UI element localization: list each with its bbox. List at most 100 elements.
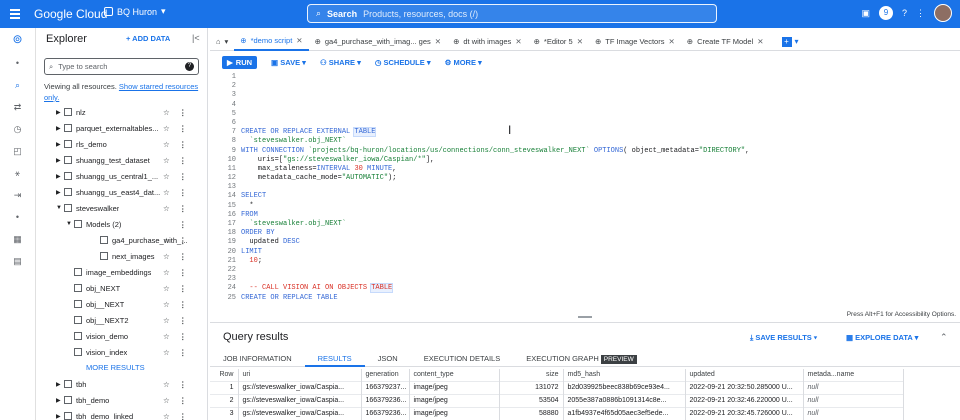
star-icon[interactable]: ☆	[163, 236, 170, 245]
close-icon[interactable]: ✕	[757, 37, 763, 46]
transfers-icon[interactable]: ⇄	[0, 96, 35, 118]
tree-item[interactable]: ▶ shuangg_us_east4_dat... ☆ ⋮	[36, 184, 204, 200]
editor-tab[interactable]: ⊕ dt with images ✕	[447, 33, 528, 51]
star-icon[interactable]: ☆	[163, 188, 170, 197]
column-header[interactable]: updated	[685, 369, 804, 381]
star-icon[interactable]: ☆	[163, 108, 170, 117]
dot-icon[interactable]: •	[0, 52, 35, 74]
tree-item[interactable]: vision_demo ☆ ⋮	[36, 328, 204, 344]
tree-item[interactable]: ▶ rls_demo ☆ ⋮	[36, 136, 204, 152]
close-icon[interactable]: ✕	[296, 36, 302, 45]
tree-item[interactable]: ▶ shuangg_test_dataset ☆ ⋮	[36, 152, 204, 168]
more-vert-icon[interactable]: ⋮	[179, 396, 187, 405]
expand-caret-icon[interactable]: ▶	[56, 125, 64, 132]
more-vert-icon[interactable]: ⋮	[179, 380, 187, 389]
column-header[interactable]: uri	[238, 369, 362, 381]
close-icon[interactable]: ✕	[668, 37, 674, 46]
code-area[interactable]: CREATE OR REPLACE EXTERNAL TABLE `steves…	[241, 73, 749, 303]
search-icon[interactable]: ⌕	[0, 74, 35, 96]
star-icon[interactable]: ☆	[163, 252, 170, 261]
pipeline-icon[interactable]: ⇥	[0, 184, 35, 206]
more-vert-icon[interactable]: ⋮	[179, 412, 187, 420]
star-icon[interactable]: ☆	[163, 348, 170, 357]
help-icon[interactable]: ?	[902, 8, 907, 18]
editor-tab[interactable]: ⊕ TF Image Vectors ✕	[589, 33, 681, 51]
cloud-shell-icon[interactable]: ▣	[861, 8, 870, 19]
results-tab[interactable]: EXECUTION DETAILS	[411, 351, 514, 367]
more-vert-icon[interactable]: ⋮	[179, 300, 187, 309]
tree-item[interactable]: obj_NEXT ☆ ⋮	[36, 280, 204, 296]
star-icon[interactable]: ☆	[163, 204, 170, 213]
menu-icon[interactable]	[10, 9, 20, 21]
sql-editor[interactable]: 1 2 3 4 5 6 7 8 9 10 11 12 13 14 15 16 17 18 19 20 21 22 23 24 2…	[222, 73, 960, 309]
star-icon[interactable]: ☆	[163, 172, 170, 181]
editor-tab[interactable]: ⊕ *Editor 5 ✕	[528, 33, 589, 51]
collapse-caret-icon[interactable]: ▼	[56, 205, 64, 211]
tree-item[interactable]: ga4_purchase_with_... ☆ ⋮	[36, 232, 204, 248]
search-input[interactable]: ⌕ Search Products, resources, docs (/)	[307, 4, 717, 23]
google-cloud-logo[interactable]: Google Cloud	[34, 7, 107, 21]
more-vert-icon[interactable]: ⋮	[179, 252, 187, 261]
close-icon[interactable]: ✕	[435, 37, 441, 46]
star-icon[interactable]: ☆	[163, 124, 170, 133]
column-header[interactable]: content_type	[409, 369, 500, 381]
star-icon[interactable]: ☆	[163, 268, 170, 277]
tree-item[interactable]: ▶ parquet_externaltables... ☆ ⋮	[36, 120, 204, 136]
more-vert-icon[interactable]: ⋮	[179, 348, 187, 357]
more-vert-icon[interactable]: ⋮	[916, 8, 925, 19]
expand-icon[interactable]: ⌃	[940, 332, 948, 343]
notifications-badge[interactable]: 9	[878, 6, 893, 20]
editor-tab[interactable]: ⊕ Create TF Model ✕	[681, 33, 770, 51]
tree-item[interactable]: obj__NEXT2 ☆ ⋮	[36, 312, 204, 328]
results-tab[interactable]: RESULTS	[304, 351, 365, 367]
tree-item[interactable]: ▼ steveswalker ☆ ⋮	[36, 200, 204, 216]
more-vert-icon[interactable]: ⋮	[179, 204, 187, 213]
more-button[interactable]: ⚙ MORE ▾	[445, 58, 482, 67]
more-vert-icon[interactable]: ⋮	[179, 284, 187, 293]
editor-tab[interactable]: ⊕ ga4_purchase_with_imag... ges ✕	[309, 33, 448, 51]
chevron-down-icon[interactable]: ▾	[795, 37, 799, 46]
results-tab[interactable]: JOB INFORMATION	[210, 351, 305, 367]
star-icon[interactable]: ☆	[163, 284, 170, 293]
more-vert-icon[interactable]: ⋮	[179, 172, 187, 181]
more-vert-icon[interactable]: ⋮	[179, 156, 187, 165]
panel-resize-handle[interactable]	[578, 316, 592, 318]
more-vert-icon[interactable]: ⋮	[179, 316, 187, 325]
star-icon[interactable]: ☆	[163, 332, 170, 341]
tree-item[interactable]: image_embeddings ☆ ⋮	[36, 264, 204, 280]
results-tab[interactable]: EXECUTION GRAPH PREVIEW	[513, 351, 650, 367]
more-vert-icon[interactable]: ⋮	[179, 140, 187, 149]
expand-caret-icon[interactable]: ▶	[56, 189, 64, 196]
dataform-icon[interactable]: ⚹	[0, 162, 35, 184]
expand-caret-icon[interactable]: ▶	[56, 109, 64, 116]
more-vert-icon[interactable]: ⋮	[179, 220, 187, 229]
help-icon[interactable]: ?	[185, 62, 194, 71]
collapse-caret-icon[interactable]: ▼	[66, 221, 74, 227]
more-vert-icon[interactable]: ⋮	[179, 332, 187, 341]
tree-item[interactable]: ▶ tbh ☆ ⋮	[36, 376, 204, 392]
collapse-panel-icon[interactable]: |<	[192, 33, 200, 43]
table-row[interactable]: 1 gs://steveswalker_iowa/Caspia... 1663792…	[210, 380, 904, 394]
dot-icon[interactable]: •	[0, 206, 35, 228]
editor-tab[interactable]: ⊕ *demo script ✕	[234, 33, 309, 51]
table-row[interactable]: 2 gs://steveswalker_iowa/Caspia... 1663792…	[210, 393, 904, 407]
save-results-button[interactable]: ⤓ SAVE RESULTS ▾	[750, 333, 817, 343]
star-icon[interactable]: ☆	[163, 316, 170, 325]
tree-item[interactable]: ▶ nlz ☆ ⋮	[36, 104, 204, 120]
column-header[interactable]: metada...name	[803, 369, 904, 381]
more-vert-icon[interactable]: ⋮	[179, 108, 187, 117]
close-icon[interactable]: ✕	[577, 37, 583, 46]
star-icon[interactable]: ☆	[163, 140, 170, 149]
expand-caret-icon[interactable]: ▶	[56, 397, 64, 404]
explorer-search-input[interactable]: ⌕ Type to search ?	[44, 58, 199, 75]
expand-caret-icon[interactable]: ▶	[56, 381, 64, 388]
more-vert-icon[interactable]: ⋮	[179, 236, 187, 245]
expand-caret-icon[interactable]: ▶	[56, 157, 64, 164]
column-header[interactable]: Row	[210, 369, 239, 381]
tree-item[interactable]: ▶ shuangg_us_central1_... ☆ ⋮	[36, 168, 204, 184]
close-icon[interactable]: ✕	[515, 37, 521, 46]
analytics-hub-icon[interactable]: ◰	[0, 140, 35, 162]
star-icon[interactable]: ☆	[163, 412, 170, 420]
tree-item[interactable]: ▼ Models (2) ⋮	[36, 216, 204, 232]
schedule-icon[interactable]: ◷	[0, 118, 35, 140]
